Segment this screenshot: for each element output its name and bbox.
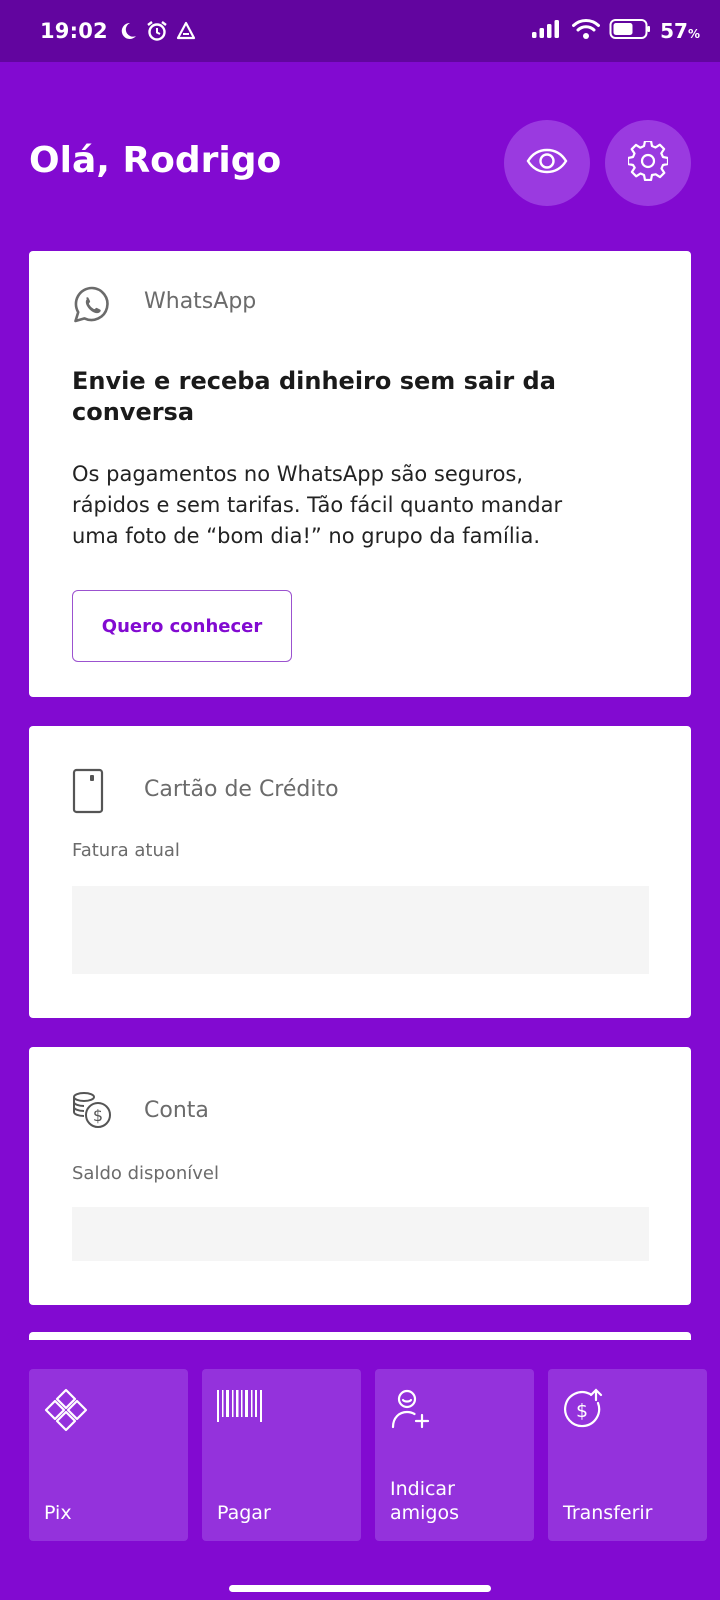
battery-icon [609,18,651,44]
gear-icon [626,139,670,185]
add-friend-icon [389,1387,433,1435]
transfer-icon: $ [562,1387,606,1435]
account-balance-loading-placeholder [72,1207,649,1261]
moon-icon [118,21,138,41]
coins-icon: $ [72,1091,112,1133]
account-card[interactable]: $ Conta Saldo disponível [29,1047,691,1305]
toggle-visibility-button[interactable] [504,120,590,206]
whatsapp-card-label: WhatsApp [144,289,257,314]
home-indicator[interactable] [229,1585,491,1592]
quero-conhecer-button[interactable]: Quero conhecer [72,590,292,662]
shortcut-indicar-amigos[interactable]: Indicar amigos [375,1369,534,1541]
whatsapp-card-title: Envie e receba dinheiro sem sair da conv… [72,367,556,426]
barcode-icon [216,1387,264,1429]
account-card-label: Conta [144,1098,209,1123]
eye-icon [526,148,568,178]
credit-card-label: Cartão de Crédito [144,777,339,802]
credit-card-subtitle: Fatura atual [72,840,180,861]
status-bar: 19:02 57% [0,0,720,62]
whatsapp-icon [72,285,112,329]
shortcut-transferir[interactable]: $ Transferir [548,1369,707,1541]
credit-card-card[interactable]: Cartão de Crédito Fatura atual [29,726,691,1018]
whatsapp-card[interactable]: WhatsApp Envie e receba dinheiro sem sai… [29,251,691,697]
shortcut-label: Transferir [563,1502,653,1524]
battery-percent: 57% [660,19,700,43]
shortcut-label: Pagar [217,1502,271,1524]
account-card-subtitle: Saldo disponível [72,1163,219,1184]
status-time: 19:02 [40,19,108,43]
nav-arrow-icon [176,21,196,41]
credit-card-icon [72,768,104,818]
settings-button[interactable] [605,120,691,206]
alarm-icon [146,20,168,42]
pix-icon [43,1387,89,1437]
shortcut-label: Pix [44,1502,72,1524]
svg-text:$: $ [576,1400,588,1422]
shortcut-pagar[interactable]: Pagar [202,1369,361,1541]
credit-card-loading-placeholder [72,886,649,974]
shortcut-pix[interactable]: Pix [29,1369,188,1541]
signal-icon [531,19,563,43]
greeting-title: Olá, Rodrigo [29,140,282,181]
credit-card-header [72,768,104,818]
shortcut-label: Indicar amigos [390,1478,460,1524]
wifi-icon [572,18,601,44]
account-card-header: $ [72,1091,112,1133]
svg-text:$: $ [93,1106,103,1125]
whatsapp-card-header [72,285,112,329]
whatsapp-card-body: Os pagamentos no WhatsApp são seguros, r… [72,462,563,548]
